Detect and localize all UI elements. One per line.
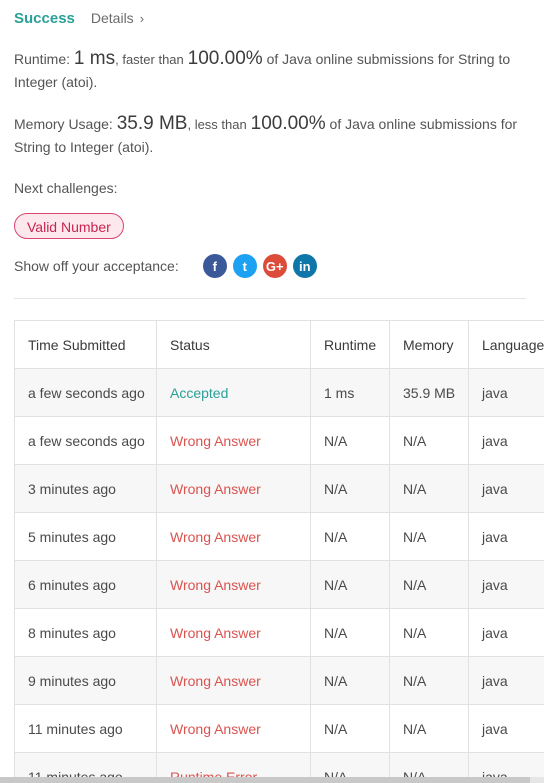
table-row: a few seconds ago Wrong Answer N/A N/A java — [14, 416, 544, 465]
language-cell: java — [468, 464, 544, 513]
horizontal-scrollbar[interactable] — [0, 777, 544, 783]
table-row: a few seconds ago Accepted 1 ms 35.9 MB java — [14, 368, 544, 417]
memory-label: Memory Usage: — [14, 116, 113, 132]
runtime-label: Runtime: — [14, 51, 71, 67]
memory-percent: 100.00% — [250, 113, 326, 134]
social-icons: f t G+ in — [202, 254, 317, 278]
time-cell: 3 minutes ago — [14, 464, 157, 513]
submission-result-page: Success Details › Runtime: 1 ms, faster … — [0, 0, 544, 783]
divider — [14, 298, 526, 299]
share-row: Show off your acceptance: f t G+ in — [14, 254, 317, 278]
scrollbar-thumb[interactable] — [0, 777, 530, 783]
time-cell: 11 minutes ago — [14, 704, 157, 753]
memory-cell: N/A — [389, 560, 469, 609]
time-cell: 8 minutes ago — [14, 608, 157, 657]
runtime-cell: N/A — [310, 512, 390, 561]
status-title: Success — [14, 9, 75, 27]
table-row: 9 minutes ago Wrong Answer N/A N/A java — [14, 656, 544, 705]
column-header-language: Language — [468, 320, 544, 369]
details-label: Details — [90, 10, 134, 26]
runtime-cell: N/A — [310, 608, 390, 657]
time-cell: a few seconds ago — [14, 416, 157, 465]
language-cell: java — [468, 416, 544, 465]
runtime-cell: N/A — [310, 704, 390, 753]
table-row: 5 minutes ago Wrong Answer N/A N/A java — [14, 512, 544, 561]
status-cell[interactable]: Wrong Answer — [156, 416, 311, 465]
memory-cell: N/A — [389, 512, 469, 561]
table-row: 11 minutes ago Wrong Answer N/A N/A java — [14, 704, 544, 753]
memory-cell: N/A — [389, 704, 469, 753]
time-cell: 5 minutes ago — [14, 512, 157, 561]
language-cell: java — [468, 608, 544, 657]
submissions-table: Time Submitted Status Runtime Memory Languag… — [14, 320, 544, 783]
runtime-cell: N/A — [310, 560, 390, 609]
runtime-cell: N/A — [310, 464, 390, 513]
challenge-pill[interactable]: Valid Number — [14, 213, 124, 239]
status-cell[interactable]: Wrong Answer — [156, 560, 311, 609]
language-cell: java — [468, 512, 544, 561]
memory-cell: N/A — [389, 416, 469, 465]
facebook-icon[interactable]: f — [202, 254, 227, 278]
chevron-right-icon: › — [139, 10, 145, 26]
column-header-memory: Memory — [389, 320, 469, 369]
runtime-comparison: , faster than — [115, 52, 184, 67]
language-cell: java — [468, 368, 544, 417]
runtime-value: 1 ms — [73, 48, 116, 69]
time-cell: a few seconds ago — [14, 368, 157, 417]
table-row: 6 minutes ago Wrong Answer N/A N/A java — [14, 560, 544, 609]
twitter-icon[interactable]: t — [232, 254, 257, 278]
language-cell: java — [468, 656, 544, 705]
linkedin-icon[interactable]: in — [292, 254, 317, 278]
next-challenges-label: Next challenges: — [14, 180, 118, 196]
result-header: Success Details › — [14, 8, 144, 28]
status-cell[interactable]: Accepted — [156, 368, 311, 417]
memory-cell: N/A — [389, 608, 469, 657]
runtime-percent: 100.00% — [187, 48, 263, 69]
language-cell: java — [468, 704, 544, 753]
memory-stat: Memory Usage: 35.9 MB, less than 100.00%… — [14, 113, 534, 158]
column-header-runtime: Runtime — [310, 320, 390, 369]
language-cell: java — [468, 560, 544, 609]
runtime-cell: N/A — [310, 416, 390, 465]
submissions-table-container: Time Submitted Status Runtime Memory Languag… — [14, 320, 544, 783]
google-plus-icon[interactable]: G+ — [262, 254, 287, 278]
time-cell: 6 minutes ago — [14, 560, 157, 609]
status-cell[interactable]: Wrong Answer — [156, 704, 311, 753]
table-row: 3 minutes ago Wrong Answer N/A N/A java — [14, 464, 544, 513]
runtime-stat: Runtime: 1 ms, faster than 100.00% of Ja… — [14, 48, 534, 93]
runtime-cell: 1 ms — [310, 368, 390, 417]
memory-comparison: , less than — [187, 117, 247, 132]
memory-value: 35.9 MB — [116, 113, 188, 134]
memory-cell: 35.9 MB — [389, 368, 469, 417]
status-cell[interactable]: Wrong Answer — [156, 656, 311, 705]
table-row: 8 minutes ago Wrong Answer N/A N/A java — [14, 608, 544, 657]
details-link[interactable]: Details › — [91, 10, 144, 26]
runtime-cell: N/A — [310, 656, 390, 705]
memory-cell: N/A — [389, 656, 469, 705]
status-cell[interactable]: Wrong Answer — [156, 464, 311, 513]
table-header-row: Time Submitted Status Runtime Memory Languag… — [14, 320, 544, 369]
status-cell[interactable]: Wrong Answer — [156, 512, 311, 561]
column-header-time-submitted: Time Submitted — [14, 320, 157, 369]
memory-cell: N/A — [389, 464, 469, 513]
share-label: Show off your acceptance: — [14, 258, 179, 274]
column-header-status: Status — [156, 320, 311, 369]
time-cell: 9 minutes ago — [14, 656, 157, 705]
status-cell[interactable]: Wrong Answer — [156, 608, 311, 657]
